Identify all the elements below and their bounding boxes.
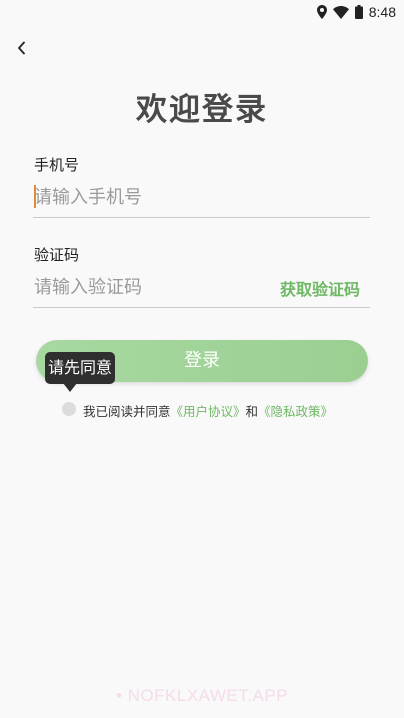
phone-label: 手机号 (34, 156, 80, 174)
code-label: 验证码 (34, 246, 80, 264)
location-icon (316, 5, 327, 19)
agreement-prefix: 我已阅读并同意 (83, 404, 171, 419)
login-screen: 8:48 欢迎登录 手机号 验证码 获取验证码 登录 请先同意 我已阅读并同意《… (0, 0, 404, 718)
code-divider (33, 307, 370, 308)
agreement-joiner: 和 (245, 404, 259, 419)
wifi-icon (332, 5, 349, 19)
status-bar: 8:48 (0, 0, 404, 24)
agree-tooltip: 请先同意 (45, 352, 115, 384)
status-icons: 8:48 (316, 2, 396, 22)
page-title: 欢迎登录 (136, 92, 268, 128)
phone-input[interactable] (34, 184, 364, 210)
privacy-policy-link[interactable]: 《隐私政策》 (258, 404, 333, 419)
code-input[interactable] (34, 274, 264, 300)
back-button[interactable] (10, 36, 34, 60)
watermark: • NOFKLXAWET.APP (115, 686, 289, 705)
battery-icon (354, 5, 363, 19)
agree-checkbox[interactable] (62, 402, 76, 416)
agreement-text: 我已阅读并同意《用户协议》和《隐私政策》 (83, 401, 333, 420)
chevron-left-icon (17, 41, 27, 55)
user-agreement-link[interactable]: 《用户协议》 (171, 404, 246, 419)
status-time: 8:48 (368, 4, 396, 20)
get-code-button[interactable]: 获取验证码 (280, 276, 360, 300)
tooltip-arrow (63, 383, 77, 392)
phone-divider (33, 217, 370, 218)
